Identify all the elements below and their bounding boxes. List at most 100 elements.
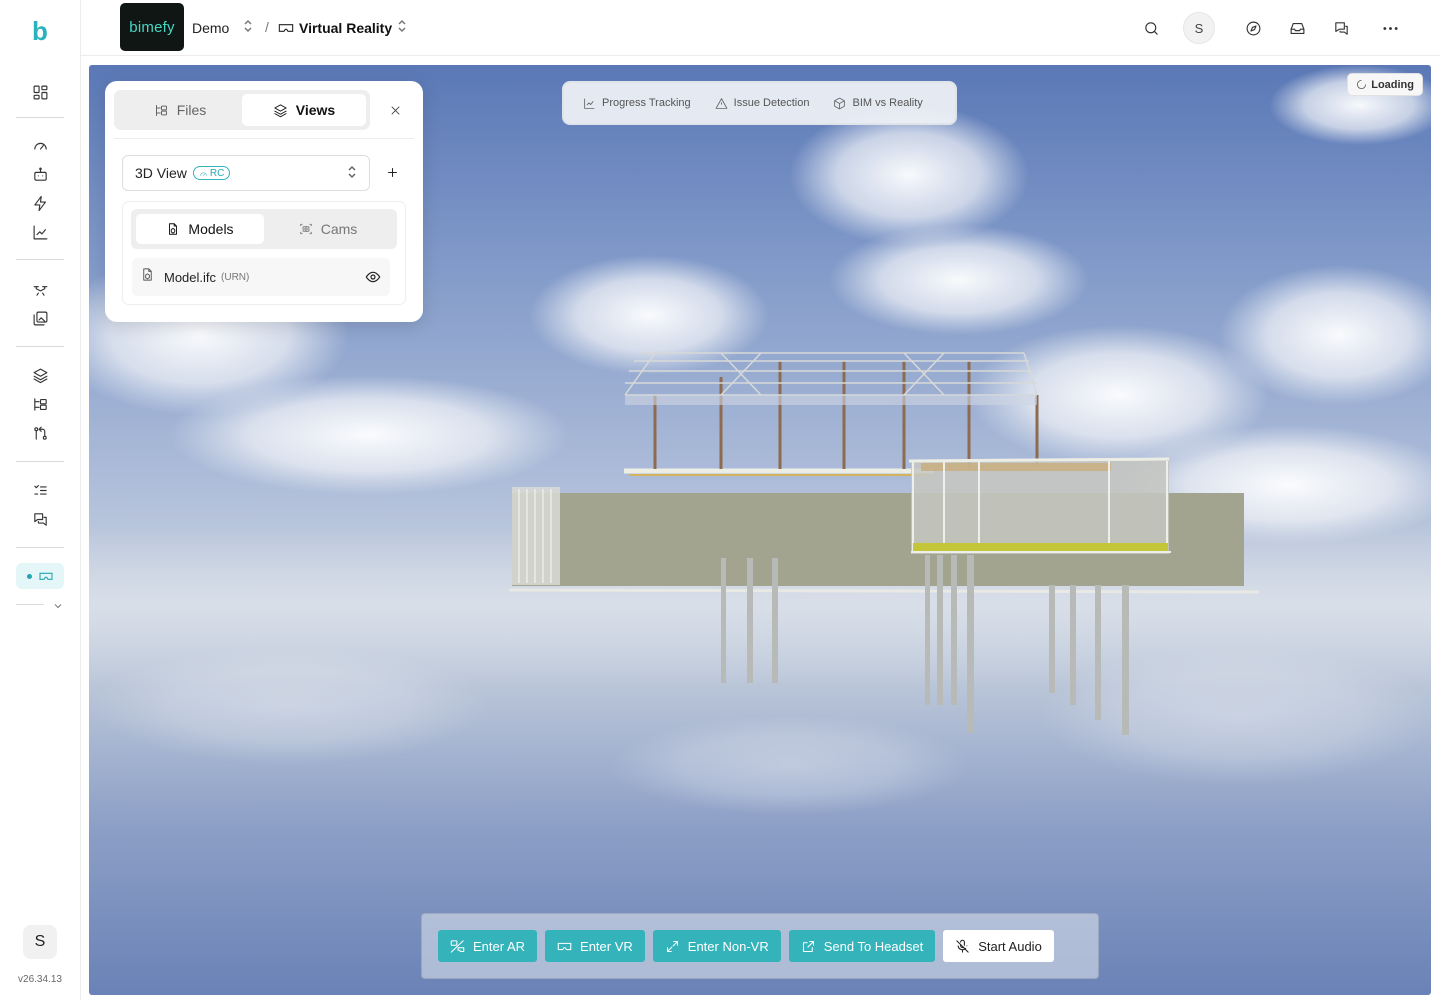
loading-indicator: Loading [1347, 73, 1423, 96]
eye-icon[interactable] [364, 268, 382, 286]
page-title: Virtual Reality [299, 19, 393, 36]
camera-scan-icon [300, 223, 312, 235]
inbox-icon[interactable] [1285, 16, 1309, 40]
mode-progress-tracking[interactable]: Progress Tracking [572, 88, 702, 118]
model-pavilion-floor [913, 543, 1168, 551]
left-rail: b S v26.34.13 [0, 0, 81, 1000]
plus-icon [387, 167, 397, 177]
workspace-name: Demo [192, 19, 230, 36]
active-dot [26, 573, 32, 579]
vr-viewer[interactable]: Loading Progress Tracking Issue Detectio… [89, 65, 1431, 995]
action-label: Start Audio [978, 938, 1042, 954]
brand-logo[interactable]: bimefy [120, 3, 184, 51]
chevron-updown-icon [397, 19, 407, 36]
checklist-icon[interactable] [25, 478, 55, 502]
send-to-headset-button[interactable]: Send To Headset [788, 930, 936, 962]
app-logo[interactable]: b [26, 16, 54, 46]
page-switcher[interactable]: Virtual Reality [278, 19, 407, 36]
vr-headset-icon [38, 572, 53, 580]
messages-icon[interactable] [25, 507, 55, 531]
model-base-slab [508, 588, 1260, 594]
enter-ar-button[interactable]: Enter AR [438, 930, 538, 962]
file-model-icon [140, 267, 155, 287]
rail-divider [16, 604, 44, 605]
mode-label: Issue Detection [733, 97, 810, 109]
layers-icon[interactable] [25, 363, 55, 387]
chevron-updown-icon [347, 165, 357, 182]
app-version: v26.34.13 [18, 974, 62, 985]
enter-non-vr-button[interactable]: Enter Non-VR [652, 930, 781, 962]
action-label: Enter VR [580, 938, 633, 954]
bolt-icon[interactable] [25, 191, 55, 215]
mode-bim-vs-reality[interactable]: BIM vs Reality [822, 88, 933, 118]
rail-divider [16, 547, 64, 548]
chevron-down-icon[interactable] [52, 599, 64, 611]
panel-tabs: Files Views [114, 90, 370, 130]
layers-icon [274, 103, 287, 117]
tab-label: Files [176, 102, 207, 118]
more-icon[interactable] [1378, 16, 1402, 40]
view-select-value: 3D View [135, 165, 187, 181]
gauge-icon[interactable] [25, 133, 55, 157]
start-audio-button[interactable]: Start Audio [943, 930, 1054, 962]
vr-headset-icon [278, 23, 294, 32]
workspace-switcher[interactable]: Demo [192, 19, 253, 36]
mic-off-icon [956, 939, 969, 953]
model-pavilion-canopy [921, 463, 1111, 471]
top-bar: bimefy Demo / Virtual Reality S [81, 0, 1440, 56]
model-list-item[interactable]: Model.ifc (URN) [132, 258, 390, 296]
external-link-icon [802, 940, 814, 952]
loading-label: Loading [1371, 78, 1414, 91]
model-roof-plane [625, 395, 1037, 405]
analysis-mode-bar: Progress Tracking Issue Detection BIM vs… [562, 81, 957, 125]
close-panel-button[interactable] [385, 100, 405, 120]
images-icon[interactable] [25, 306, 55, 330]
user-avatar[interactable]: S [23, 925, 57, 959]
model-pavilion-roof [908, 457, 1170, 463]
file-model-icon [169, 223, 178, 235]
mode-label: BIM vs Reality [852, 97, 923, 109]
header-avatar[interactable]: S [1183, 12, 1215, 44]
search-icon[interactable] [1139, 16, 1163, 40]
tree-icon[interactable] [25, 392, 55, 416]
robot-icon[interactable] [25, 162, 55, 186]
reality-capture-icon [200, 172, 207, 176]
view-select[interactable]: 3D View RC [122, 155, 370, 191]
action-label: Enter AR [473, 938, 526, 954]
expand-icon [666, 940, 678, 952]
views-panel: Files Views 3D View RC Models Cams Model… [105, 81, 423, 322]
breadcrumb-separator: / [265, 19, 269, 35]
chat-icon[interactable] [1329, 16, 1353, 40]
drone-icon[interactable] [25, 277, 55, 301]
xr-action-bar: Enter AR Enter VR Enter Non-VR Send To H… [421, 913, 1099, 979]
tab-files[interactable]: Files [118, 94, 242, 126]
panel-divider [114, 138, 414, 139]
tree-icon [155, 104, 167, 116]
tab-label: Views [295, 102, 336, 118]
subtab-label: Models [188, 221, 234, 237]
mode-issue-detection[interactable]: Issue Detection [704, 88, 821, 118]
subtab-label: Cams [320, 221, 358, 237]
view-content-card: Models Cams Model.ifc (URN) [122, 201, 406, 305]
vr-icon [557, 942, 572, 950]
model-name: Model.ifc [164, 269, 217, 285]
tab-cams[interactable]: Cams [264, 214, 392, 244]
rc-badge-label: RC [209, 167, 225, 179]
rail-divider [16, 117, 64, 118]
enter-vr-button[interactable]: Enter VR [545, 930, 645, 962]
compass-icon[interactable] [1241, 16, 1265, 40]
chart-icon [584, 98, 595, 109]
tab-views[interactable]: Views [242, 94, 366, 126]
chevron-updown-icon [243, 19, 253, 36]
cube-icon [834, 97, 846, 109]
tab-models[interactable]: Models [136, 214, 264, 244]
rc-badge: RC [192, 166, 231, 180]
rail-item-vr[interactable] [16, 563, 64, 589]
model-pavilion [911, 460, 1169, 554]
chart-line-icon[interactable] [25, 220, 55, 244]
git-compare-icon[interactable] [25, 421, 55, 445]
dashboard-icon[interactable] [25, 80, 55, 104]
action-label: Send To Headset [823, 938, 924, 954]
add-view-button[interactable] [383, 163, 401, 181]
rail-divider [16, 259, 64, 260]
